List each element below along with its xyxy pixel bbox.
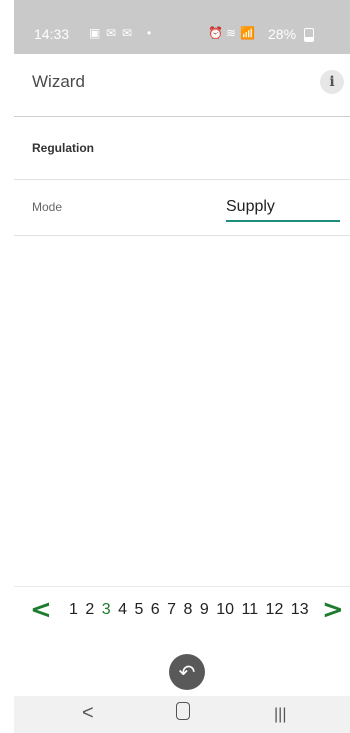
page-4[interactable]: 4 (118, 601, 127, 619)
page-title: Wizard (32, 72, 85, 91)
undo-button[interactable]: ↶ (169, 654, 205, 690)
page-10[interactable]: 10 (216, 601, 234, 619)
system-home-button[interactable] (176, 702, 190, 720)
page-3-active[interactable]: 3 (102, 601, 111, 619)
previous-page-button[interactable]: < (30, 595, 52, 625)
screen: 14:33 ▣ ✉ ✉ • ⏰ ≋ 📶 28% Wizard i Regulat… (0, 0, 350, 733)
page-11[interactable]: 11 (241, 601, 258, 619)
message-icon: ✉ (106, 26, 117, 40)
system-navigation-bar: < ||| (14, 696, 350, 733)
lte-icon: 📶 (240, 26, 255, 40)
wifi-icon: ≋ (226, 26, 237, 40)
mode-label: Mode (32, 200, 63, 214)
page-1[interactable]: 1 (69, 601, 78, 619)
page-12[interactable]: 12 (266, 601, 284, 619)
image-icon: ▣ (89, 26, 101, 40)
alarm-icon: ⏰ (208, 26, 223, 40)
home-icon (176, 702, 190, 720)
page-6[interactable]: 6 (151, 601, 160, 619)
page-13[interactable]: 13 (291, 601, 309, 619)
system-recents-button[interactable]: ||| (274, 706, 286, 724)
status-bar: 14:33 ▣ ✉ ✉ • ⏰ ≋ 📶 28% (14, 0, 350, 54)
section-title: Regulation (32, 141, 94, 155)
info-icon: i (329, 74, 335, 90)
battery-percent: 28% (268, 26, 297, 42)
battery-icon (304, 28, 314, 42)
page-8[interactable]: 8 (184, 601, 193, 619)
bottom-actions: ↶ (14, 642, 350, 690)
undo-arrow-icon: ↶ (178, 661, 196, 684)
status-time: 14:33 (34, 26, 70, 42)
page-navigator: < 1 2 3 4 5 6 7 8 9 10 11 12 13 > (14, 586, 350, 643)
mode-dropdown[interactable]: Supply (226, 198, 340, 222)
section-header: Regulation (14, 117, 350, 180)
mode-row: Mode Supply (14, 180, 350, 236)
dot-icon: • (147, 26, 152, 40)
message-icon-2: ✉ (122, 26, 133, 40)
page-9[interactable]: 9 (200, 601, 209, 619)
info-button[interactable]: i (320, 70, 344, 94)
page-number-list: 1 2 3 4 5 6 7 8 9 10 11 12 13 (69, 601, 312, 619)
page-7[interactable]: 7 (167, 601, 176, 619)
system-back-button[interactable]: < (82, 702, 94, 725)
page-2[interactable]: 2 (85, 601, 94, 619)
app-bar: Wizard i (14, 54, 350, 117)
next-page-button[interactable]: > (322, 595, 344, 625)
page-5[interactable]: 5 (134, 601, 143, 619)
